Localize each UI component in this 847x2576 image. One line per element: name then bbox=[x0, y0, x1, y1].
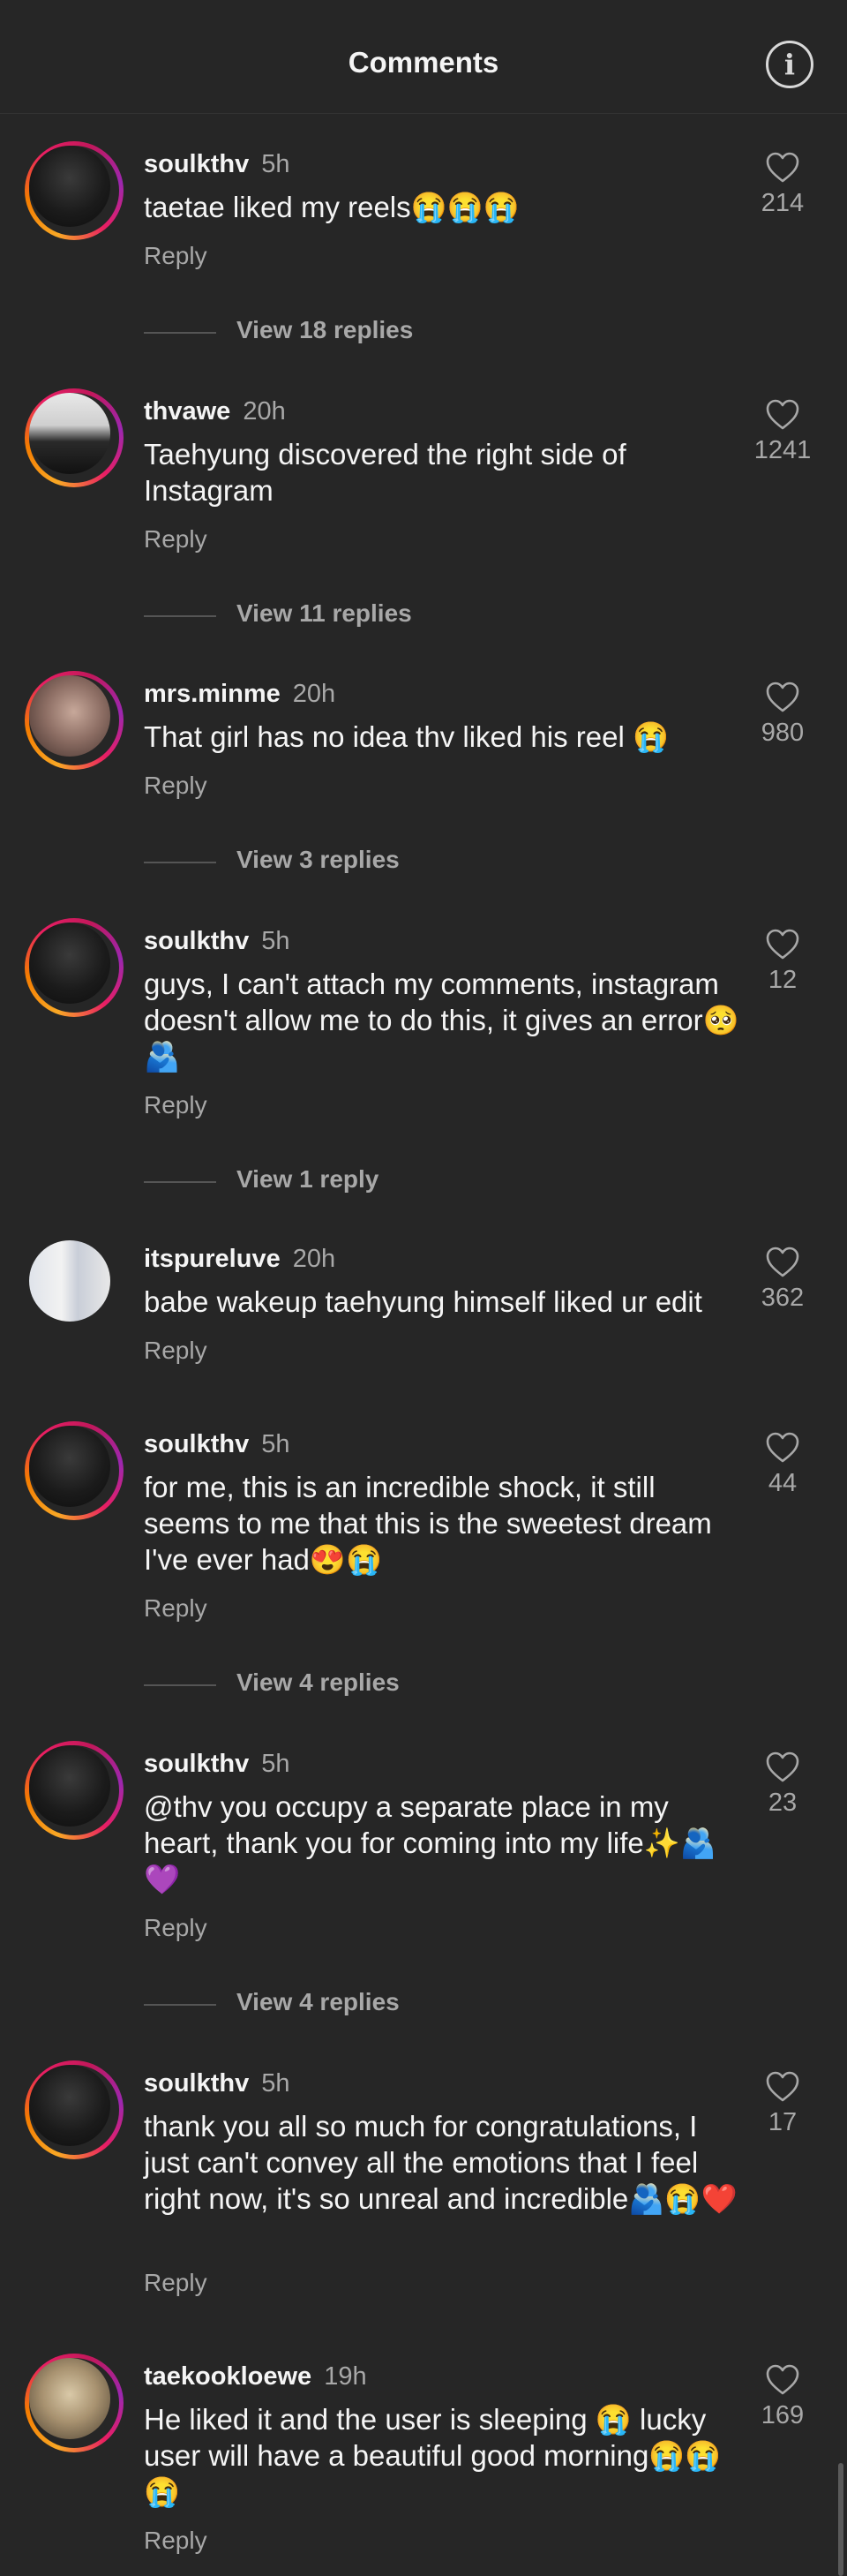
view-replies-label: View 1 reply bbox=[236, 1165, 379, 1193]
like-count: 17 bbox=[768, 2108, 798, 2136]
view-replies-label: View 4 replies bbox=[236, 1988, 400, 2015]
comment-text: @thv you occupy a separate place in my h… bbox=[144, 1790, 716, 1895]
comment-meta: soulkthv 5h bbox=[144, 1750, 290, 1779]
comment-meta: soulkthv 5h bbox=[144, 927, 290, 956]
comment-meta: soulkthv 5h bbox=[144, 1430, 290, 1459]
reply-button[interactable]: Reply bbox=[144, 525, 207, 554]
like-count: 44 bbox=[768, 1469, 798, 1497]
like-control: 1241 bbox=[743, 399, 822, 465]
like-control: 980 bbox=[743, 682, 822, 748]
like-count: 12 bbox=[768, 966, 798, 994]
divider bbox=[144, 332, 216, 334]
heart-icon[interactable] bbox=[765, 1432, 800, 1464]
comment-meta: soulkthv 5h bbox=[144, 150, 290, 179]
avatar[interactable] bbox=[25, 671, 124, 770]
divider bbox=[144, 862, 216, 863]
avatar[interactable] bbox=[25, 1421, 124, 1520]
username[interactable]: soulkthv bbox=[144, 150, 249, 178]
username[interactable]: soulkthv bbox=[144, 2069, 249, 2098]
divider bbox=[144, 2004, 216, 2006]
view-replies-label: View 3 replies bbox=[236, 846, 400, 873]
reply-button[interactable]: Reply bbox=[144, 1914, 207, 1942]
username[interactable]: soulkthv bbox=[144, 927, 249, 955]
heart-icon[interactable] bbox=[765, 1247, 800, 1278]
avatar[interactable] bbox=[25, 1236, 124, 1335]
heart-icon[interactable] bbox=[765, 2071, 800, 2103]
timestamp: 20h bbox=[292, 1245, 336, 1273]
reply-button[interactable]: Reply bbox=[144, 1337, 207, 1365]
comment-text: taetae liked my reels😭😭😭 bbox=[144, 191, 520, 223]
like-count: 1241 bbox=[753, 436, 812, 464]
comment-text: He liked it and the user is sleeping 😭 l… bbox=[144, 2403, 722, 2508]
comment-meta: thvawe 20h bbox=[144, 397, 286, 426]
comment-text: for me, this is an incredible shock, it … bbox=[144, 1471, 712, 1576]
comment-text: thank you all so much for congratulation… bbox=[144, 2110, 738, 2215]
comment-text: Taehyung discovered the right side of In… bbox=[144, 438, 626, 507]
username[interactable]: itspureluve bbox=[144, 1245, 281, 1273]
heart-icon[interactable] bbox=[765, 152, 800, 184]
avatar[interactable] bbox=[25, 2060, 124, 2159]
comment-meta: taekookloewe 19h bbox=[144, 2362, 367, 2391]
like-control: 44 bbox=[743, 1432, 822, 1498]
comment-meta: mrs.minme 20h bbox=[144, 680, 335, 709]
like-count: 214 bbox=[761, 189, 805, 217]
like-count: 169 bbox=[761, 2401, 805, 2429]
view-replies-label: View 11 replies bbox=[236, 599, 412, 627]
like-control: 12 bbox=[743, 929, 822, 995]
reply-button[interactable]: Reply bbox=[144, 2269, 207, 2297]
comment-text: guys, I can't attach my comments, instag… bbox=[144, 968, 739, 1073]
avatar[interactable] bbox=[25, 1741, 124, 1840]
heart-icon[interactable] bbox=[765, 929, 800, 960]
divider bbox=[144, 1684, 216, 1686]
timestamp: 5h bbox=[261, 2069, 290, 2098]
reply-button[interactable]: Reply bbox=[144, 2527, 207, 2555]
like-control: 169 bbox=[743, 2364, 822, 2430]
heart-icon[interactable] bbox=[765, 399, 800, 431]
heart-icon[interactable] bbox=[765, 1751, 800, 1783]
reply-button[interactable]: Reply bbox=[144, 1594, 207, 1623]
timestamp: 5h bbox=[261, 1750, 290, 1778]
like-control: 214 bbox=[743, 152, 822, 218]
timestamp: 5h bbox=[261, 150, 290, 178]
username[interactable]: thvawe bbox=[144, 397, 230, 426]
timestamp: 19h bbox=[324, 2362, 367, 2391]
view-replies-label: View 4 replies bbox=[236, 1668, 400, 1696]
avatar[interactable] bbox=[25, 388, 124, 487]
reply-button[interactable]: Reply bbox=[144, 1091, 207, 1119]
divider bbox=[144, 1181, 216, 1183]
scrollbar[interactable] bbox=[838, 2463, 843, 2576]
info-icon[interactable]: i bbox=[766, 41, 813, 88]
timestamp: 5h bbox=[261, 927, 290, 955]
timestamp: 20h bbox=[292, 680, 336, 708]
username[interactable]: taekookloewe bbox=[144, 2362, 311, 2391]
divider bbox=[144, 615, 216, 617]
comment-text: babe wakeup taehyung himself liked ur ed… bbox=[144, 1285, 702, 1318]
avatar[interactable] bbox=[25, 141, 124, 240]
comments-header: Comments i bbox=[0, 0, 847, 114]
username[interactable]: soulkthv bbox=[144, 1750, 249, 1778]
timestamp: 20h bbox=[243, 397, 286, 426]
like-count: 980 bbox=[761, 719, 805, 747]
avatar[interactable] bbox=[25, 2354, 124, 2452]
username[interactable]: mrs.minme bbox=[144, 680, 281, 708]
avatar[interactable] bbox=[25, 918, 124, 1017]
page-title: Comments bbox=[348, 46, 499, 79]
heart-icon[interactable] bbox=[765, 2364, 800, 2396]
heart-icon[interactable] bbox=[765, 682, 800, 713]
like-control: 17 bbox=[743, 2071, 822, 2137]
comment-text: That girl has no idea thv liked his reel… bbox=[144, 720, 670, 753]
comment-meta: itspureluve 20h bbox=[144, 1245, 335, 1274]
username[interactable]: soulkthv bbox=[144, 1430, 249, 1458]
like-count: 23 bbox=[768, 1789, 798, 1817]
reply-button[interactable]: Reply bbox=[144, 772, 207, 800]
comment-meta: soulkthv 5h bbox=[144, 2069, 290, 2098]
timestamp: 5h bbox=[261, 1430, 290, 1458]
like-count: 362 bbox=[761, 1284, 805, 1312]
reply-button[interactable]: Reply bbox=[144, 242, 207, 270]
like-control: 23 bbox=[743, 1751, 822, 1818]
view-replies-label: View 18 replies bbox=[236, 316, 414, 343]
like-control: 362 bbox=[743, 1247, 822, 1313]
